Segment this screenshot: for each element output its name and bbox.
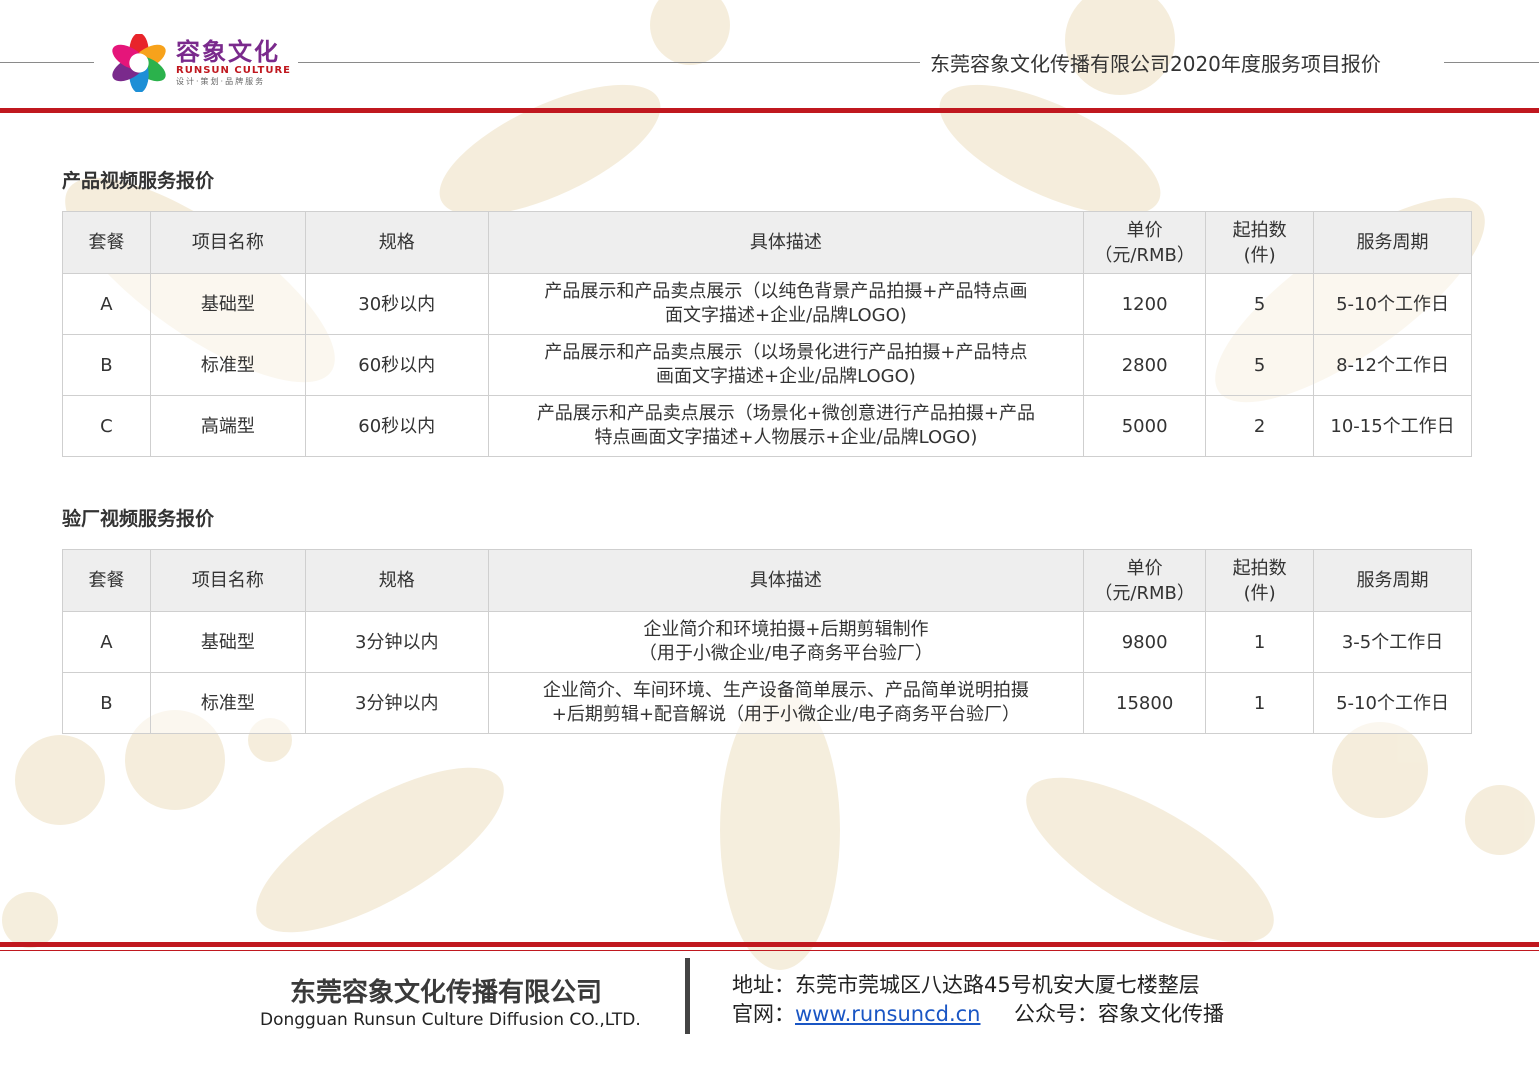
col-header-min-qty: 起拍数 (件): [1205, 549, 1315, 612]
cell-min-qty: 1: [1205, 672, 1315, 734]
col-header-desc: 具体描述: [487, 211, 1085, 274]
cell-name: 基础型: [149, 273, 306, 335]
cell-package: A: [62, 611, 151, 673]
cell-cycle: 5-10个工作日: [1313, 273, 1472, 335]
cell-min-qty: 1: [1205, 611, 1315, 673]
col-header-price: 单价 （元/RMB）: [1083, 211, 1207, 274]
section-title-factory-video: 验厂视频服务报价: [62, 508, 215, 530]
col-header-package: 套餐: [62, 549, 151, 612]
cell-package: A: [62, 273, 151, 335]
header-red-bar: [0, 108, 1539, 113]
col-header-desc: 具体描述: [487, 549, 1085, 612]
header-rule-left: [0, 62, 94, 63]
col-header-spec: 规格: [304, 211, 489, 274]
footer-company-name-en: Dongguan Runsun Culture Diffusion CO.,LT…: [260, 1010, 641, 1030]
logo-tagline: 设计·策划·品牌服务: [176, 77, 266, 86]
col-header-cycle: 服务周期: [1313, 211, 1472, 274]
table-row: A 基础型 30秒以内 产品展示和产品卖点展示（以纯色背景产品拍摄+产品特点画面…: [62, 273, 1472, 335]
col-header-min-qty: 起拍数 (件): [1205, 211, 1315, 274]
cell-cycle: 3-5个工作日: [1313, 611, 1472, 673]
cell-spec: 60秒以内: [304, 334, 489, 396]
company-logo: 容象文化 RUNSUN CULTURE 设计·策划·品牌服务: [110, 34, 291, 92]
cell-cycle: 5-10个工作日: [1313, 672, 1472, 734]
col-header-cycle: 服务周期: [1313, 549, 1472, 612]
table-row: B 标准型 60秒以内 产品展示和产品卖点展示（以场景化进行产品拍摄+产品特点画…: [62, 334, 1472, 396]
document-title: 东莞容象文化传播有限公司2020年度服务项目报价: [930, 52, 1381, 76]
cell-spec: 3分钟以内: [304, 611, 489, 673]
cell-package: B: [62, 334, 151, 396]
table-header-row: 套餐 项目名称 规格 具体描述 单价 （元/RMB） 起拍数 (件) 服务周期: [62, 211, 1472, 274]
cell-name: 标准型: [149, 334, 306, 396]
cell-price: 2800: [1083, 334, 1207, 396]
website-link[interactable]: www.runsuncd.cn: [795, 1002, 981, 1026]
cell-desc: 企业简介和环境拍摄+后期剪辑制作 （用于小微企业/电子商务平台验厂）: [487, 611, 1085, 673]
cell-cycle: 10-15个工作日: [1313, 395, 1472, 457]
section-title-product-video: 产品视频服务报价: [62, 170, 215, 192]
footer-company-name: 东莞容象文化传播有限公司: [290, 978, 603, 1008]
logo-flower-icon: [112, 34, 166, 92]
col-header-spec: 规格: [304, 549, 489, 612]
table-row: B 标准型 3分钟以内 企业简介、车间环境、生产设备简单展示、产品简单说明拍摄 +…: [62, 672, 1472, 734]
cell-desc: 产品展示和产品卖点展示（以场景化进行产品拍摄+产品特点 画面文字描述+企业/品牌L…: [487, 334, 1085, 396]
header-rule-middle: [298, 62, 920, 63]
cell-spec: 30秒以内: [304, 273, 489, 335]
cell-price: 15800: [1083, 672, 1207, 734]
table-row: A 基础型 3分钟以内 企业简介和环境拍摄+后期剪辑制作 （用于小微企业/电子商务…: [62, 611, 1472, 673]
cell-price: 5000: [1083, 395, 1207, 457]
cell-min-qty: 5: [1205, 273, 1315, 335]
cell-name: 标准型: [149, 672, 306, 734]
cell-min-qty: 2: [1205, 395, 1315, 457]
page-header: 容象文化 RUNSUN CULTURE 设计·策划·品牌服务 东莞容象文化传播有…: [0, 0, 1539, 115]
cell-package: B: [62, 672, 151, 734]
cell-spec: 3分钟以内: [304, 672, 489, 734]
footer-red-bar: [0, 942, 1539, 947]
background-pattern: [2, 0, 1535, 970]
cell-desc: 企业简介、车间环境、生产设备简单展示、产品简单说明拍摄 +后期剪辑+配音解说（用于…: [487, 672, 1085, 734]
footer-divider: [685, 958, 690, 1034]
cell-price: 1200: [1083, 273, 1207, 335]
footer-website: 官网：www.runsuncd.cn: [732, 1002, 981, 1026]
table-row: C 高端型 60秒以内 产品展示和产品卖点展示（场景化+微创意进行产品拍摄+产品…: [62, 395, 1472, 457]
cell-package: C: [62, 395, 151, 457]
col-header-name: 项目名称: [149, 211, 306, 274]
col-header-package: 套餐: [62, 211, 151, 274]
page-footer: 东莞容象文化传播有限公司 Dongguan Runsun Culture Dif…: [0, 942, 1539, 1065]
footer-wechat: 公众号：容象文化传播: [1014, 1002, 1224, 1026]
logo-en-text: RUNSUN CULTURE: [176, 65, 292, 76]
cell-cycle: 8-12个工作日: [1313, 334, 1472, 396]
header-rule-right: [1444, 62, 1539, 63]
cell-desc: 产品展示和产品卖点展示（场景化+微创意进行产品拍摄+产品 特点画面文字描述+人物展…: [487, 395, 1085, 457]
col-header-price: 单价 （元/RMB）: [1083, 549, 1207, 612]
factory-video-price-table: 套餐 项目名称 规格 具体描述 单价 （元/RMB） 起拍数 (件) 服务周期 A …: [62, 549, 1472, 734]
col-header-name: 项目名称: [149, 549, 306, 612]
product-video-price-table: 套餐 项目名称 规格 具体描述 单价 （元/RMB） 起拍数 (件) 服务周期 A …: [62, 211, 1472, 457]
cell-spec: 60秒以内: [304, 395, 489, 457]
cell-min-qty: 5: [1205, 334, 1315, 396]
logo-cn-text: 容象文化: [176, 38, 280, 66]
cell-price: 9800: [1083, 611, 1207, 673]
cell-name: 基础型: [149, 611, 306, 673]
footer-red-rule: [0, 950, 1539, 951]
cell-name: 高端型: [149, 395, 306, 457]
table-header-row: 套餐 项目名称 规格 具体描述 单价 （元/RMB） 起拍数 (件) 服务周期: [62, 549, 1472, 612]
footer-address: 地址：东莞市莞城区八达路45号机安大厦七楼整层: [732, 973, 1200, 997]
cell-desc: 产品展示和产品卖点展示（以纯色背景产品拍摄+产品特点画 面文字描述+企业/品牌LO…: [487, 273, 1085, 335]
